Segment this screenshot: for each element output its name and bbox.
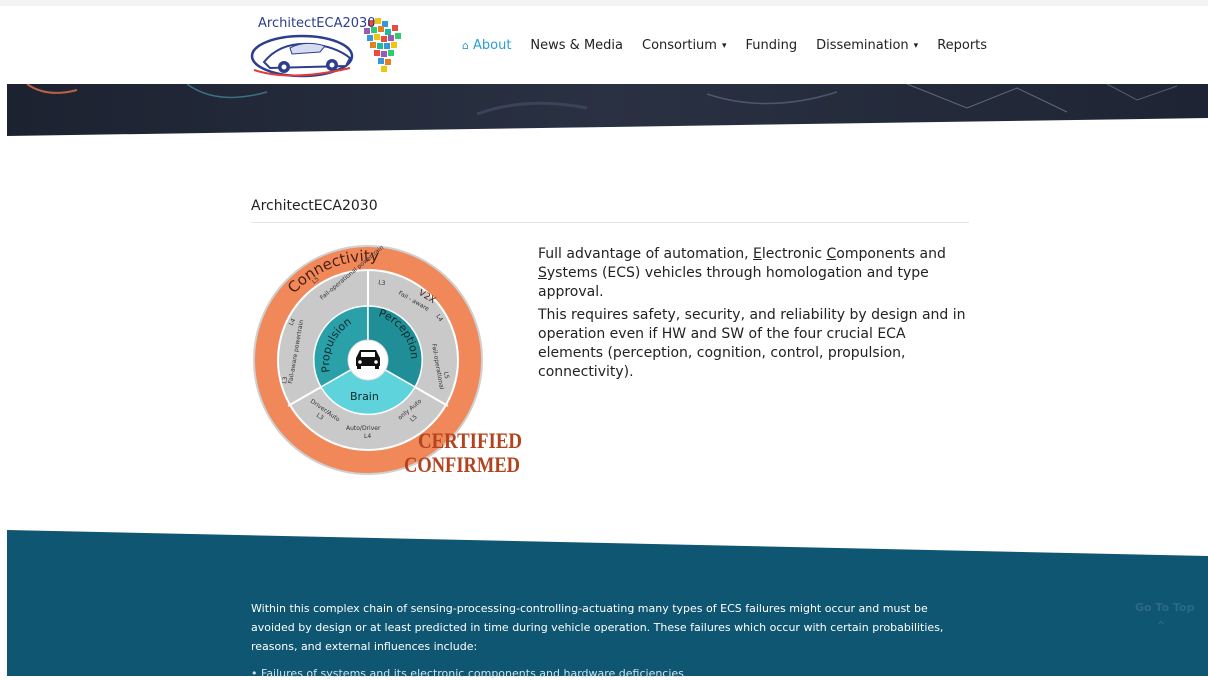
nav-item-about[interactable]: ⌂ About	[462, 38, 511, 53]
nav-item-funding[interactable]: Funding	[745, 38, 797, 53]
main-nav: ⌂ About News & Media Consortium ▾ Fundin…	[462, 38, 1006, 53]
nav-item-reports[interactable]: Reports	[937, 38, 987, 53]
text-segment: lectronic	[761, 246, 827, 262]
nav-item-news-media[interactable]: News & Media	[530, 38, 623, 53]
nav-item-label: About	[472, 38, 512, 53]
brain-label: Brain	[350, 390, 379, 403]
underlined-letter: E	[753, 246, 762, 262]
go-to-top-link[interactable]: Go To Top	[1135, 601, 1194, 614]
nav-item-label: News & Media	[530, 38, 623, 53]
nav-item-consortium[interactable]: Consortium ▾	[642, 38, 726, 53]
hero-banner	[7, 84, 1208, 138]
dropdown-caret-icon: ▾	[913, 40, 919, 51]
nav-item-label: Reports	[937, 38, 988, 53]
level-label: L3	[378, 279, 386, 287]
underlined-letter: S	[538, 265, 547, 281]
text-segment: omponents and	[836, 246, 946, 262]
dropdown-caret-icon: ▾	[721, 40, 727, 51]
nav-item-label: Funding	[745, 38, 798, 53]
nav-item-label: Dissemination	[816, 38, 909, 53]
auto-driver-label: Auto/Driver	[346, 425, 381, 432]
certified-stamp: CERTIFIED CONFIRMED	[404, 428, 522, 477]
level-label: L5	[442, 371, 450, 379]
intro-paragraph-2: This requires safety, security, and reli…	[538, 307, 966, 380]
site-header: ArchitectECA2030 ⌂ About News & Media Co…	[0, 6, 1208, 84]
site-logo[interactable]: ArchitectECA2030	[250, 12, 410, 84]
page-title: ArchitectECA2030	[251, 198, 378, 214]
home-icon: ⌂	[462, 39, 469, 52]
nav-item-dissemination[interactable]: Dissemination ▾	[816, 38, 918, 53]
title-divider	[251, 222, 969, 223]
footer-paragraph: Within this complex chain of sensing-pro…	[251, 602, 944, 653]
intro-paragraph-1: Full advantage of automation, Electronic…	[538, 245, 968, 302]
level-label: L3	[281, 376, 289, 384]
nav-item-label: Consortium	[642, 38, 717, 53]
intro-description: Full advantage of automation, Electronic…	[538, 245, 968, 386]
underlined-letter: C	[826, 246, 837, 262]
chevron-up-icon[interactable]: ⌃	[1155, 619, 1167, 635]
eca-elements-diagram: Connectivity V2X Propulsion Perception B…	[252, 244, 524, 477]
logo-text: ArchitectECA2030	[258, 16, 376, 31]
text-segment: ystems (ECS) vehicles through homologati…	[538, 265, 929, 300]
stamp-confirmed-text: CONFIRMED	[404, 452, 520, 476]
stamp-certified-text: CERTIFIED	[418, 428, 522, 453]
text-segment: Full advantage of automation,	[538, 246, 753, 262]
bullet-icon: •	[251, 667, 261, 680]
footer-list-item: • Failures of systems and its electronic…	[251, 667, 684, 680]
level-label: L4	[364, 433, 371, 440]
footer-list-item-text: Failures of systems and its electronic c…	[261, 667, 684, 680]
